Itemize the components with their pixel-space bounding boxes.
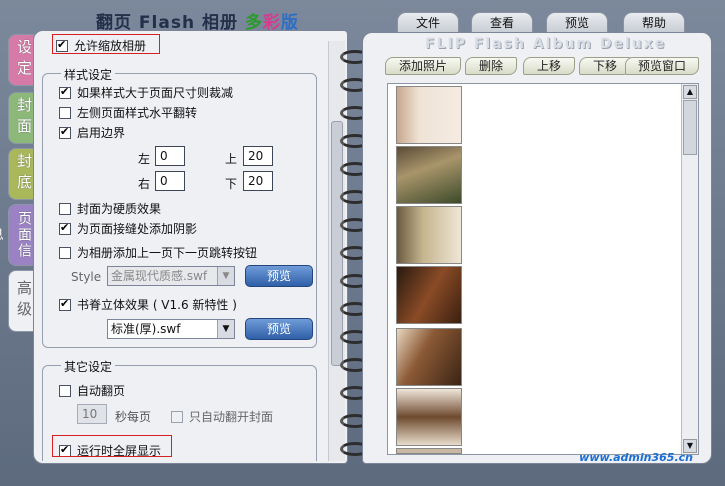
seam-shadow-checkbox[interactable] xyxy=(59,221,71,235)
margin-left-input[interactable]: 0 xyxy=(155,146,185,166)
margin-top-label: 上 xyxy=(225,152,238,166)
auto-flip-checkbox[interactable] xyxy=(59,384,71,397)
move-down-button[interactable]: 下移 xyxy=(579,57,631,75)
photo-thumbnail[interactable] xyxy=(396,448,462,454)
enable-margin-label: 启用边界 xyxy=(77,126,126,140)
photo-thumbnail[interactable] xyxy=(396,206,462,264)
photo-thumbnail[interactable] xyxy=(396,388,462,446)
seam-shadow-label: 为页面接缝处添加阴影 xyxy=(77,222,198,236)
photo-thumbnail[interactable] xyxy=(396,86,462,144)
nav-buttons-option[interactable]: 为相册添加上一页下一页跳转按钮 xyxy=(59,244,257,261)
crop-style-label: 如果样式大于页面尺寸则裁减 xyxy=(77,86,234,100)
settings-panel: 允许缩放相册 样式设定 如果样式大于页面尺寸则裁减 左侧页面样式水平翻转 启用边… xyxy=(33,30,348,464)
spine-select[interactable]: 标准(厚).swf ▼ xyxy=(107,319,235,339)
style-settings-group: 样式设定 如果样式大于页面尺寸则裁减 左侧页面样式水平翻转 启用边界 左 0 上… xyxy=(42,66,317,348)
margin-right-label: 右 xyxy=(138,177,151,191)
photo-list[interactable]: ▲ ▼ xyxy=(387,83,699,455)
auto-flip-label: 自动翻页 xyxy=(77,384,126,398)
menu-view[interactable]: 查看 xyxy=(471,12,533,32)
menu-file[interactable]: 文件 xyxy=(397,12,459,32)
menu-help[interactable]: 帮助 xyxy=(623,12,685,32)
spine-3d-option[interactable]: 书脊立体效果 ( V1.6 新特性 ) xyxy=(59,296,237,313)
other-group-title: 其它设定 xyxy=(61,358,116,375)
title-bar: 翻页 Flash 相册 多彩版 文件 查看 预览 帮助 xyxy=(0,0,725,34)
highlight-box-fullscreen xyxy=(52,435,172,457)
spine-3d-label: 书脊立体效果 ( V1.6 新特性 ) xyxy=(77,298,237,312)
settings-scroll-thumb[interactable] xyxy=(331,121,343,366)
hard-cover-option[interactable]: 封面为硬质效果 xyxy=(59,200,161,217)
add-photo-button[interactable]: 添加照片 xyxy=(385,57,461,75)
flip-left-checkbox[interactable] xyxy=(59,106,71,119)
product-logo-text: FLIP Flash Album Deluxe xyxy=(425,36,667,52)
highlight-box-zoom xyxy=(52,34,160,54)
photo-thumbnail[interactable] xyxy=(396,266,462,324)
nav-buttons-checkbox[interactable] xyxy=(59,246,71,259)
menu-preview[interactable]: 预览 xyxy=(546,12,608,32)
preview-window-button[interactable]: 预览窗口 xyxy=(625,57,699,75)
seam-shadow-option[interactable]: 为页面接缝处添加阴影 xyxy=(59,220,197,237)
margin-bottom-label: 下 xyxy=(225,177,238,191)
flip-left-label: 左侧页面样式水平翻转 xyxy=(77,106,198,120)
style-label: Style xyxy=(71,270,102,284)
chevron-down-icon[interactable]: ▼ xyxy=(217,267,234,285)
delete-button[interactable]: 删除 xyxy=(465,57,517,75)
crop-style-checkbox[interactable] xyxy=(59,85,71,99)
spine-preview-button[interactable]: 预览 xyxy=(245,318,313,340)
cover-only-checkbox[interactable] xyxy=(171,410,183,423)
spine-3d-checkbox[interactable] xyxy=(59,297,71,311)
photo-thumbnail[interactable] xyxy=(396,146,462,204)
margin-right-input[interactable]: 0 xyxy=(155,171,185,191)
photo-panel: FLIP Flash Album Deluxe 添加照片 删除 上移 下移 预览… xyxy=(362,32,712,464)
auto-flip-option[interactable]: 自动翻页 xyxy=(59,382,125,399)
flip-left-option[interactable]: 左侧页面样式水平翻转 xyxy=(59,104,197,121)
crop-style-option[interactable]: 如果样式大于页面尺寸则裁减 xyxy=(59,84,233,101)
style-select[interactable]: 金属现代质感.swf ▼ xyxy=(107,266,235,286)
enable-margin-option[interactable]: 启用边界 xyxy=(59,124,125,141)
photo-list-scroll-thumb[interactable] xyxy=(683,100,697,155)
spine-select-value: 标准(厚).swf xyxy=(111,322,181,336)
margin-bottom-input[interactable]: 20 xyxy=(243,171,273,191)
watermark-text: www.admin365.cn xyxy=(579,451,693,464)
nav-buttons-label: 为相册添加上一页下一页跳转按钮 xyxy=(77,246,258,260)
seconds-label: 秒每页 xyxy=(115,410,152,424)
margin-left-label: 左 xyxy=(138,152,151,166)
app-window: 翻页 Flash 相册 多彩版 文件 查看 预览 帮助 设定 封面 封底 页面信… xyxy=(0,0,725,486)
hard-cover-checkbox[interactable] xyxy=(59,202,71,215)
move-up-button[interactable]: 上移 xyxy=(523,57,575,75)
style-select-value: 金属现代质感.swf xyxy=(111,269,208,283)
photo-list-scrollbar[interactable]: ▲ ▼ xyxy=(681,84,698,454)
style-preview-button[interactable]: 预览 xyxy=(245,265,313,287)
chevron-down-icon[interactable]: ▼ xyxy=(217,320,234,338)
enable-margin-checkbox[interactable] xyxy=(59,125,71,139)
margin-top-input[interactable]: 20 xyxy=(243,146,273,166)
cover-only-option[interactable]: 只自动翻开封面 xyxy=(171,408,273,425)
photo-thumbnail[interactable] xyxy=(396,328,462,386)
hard-cover-label: 封面为硬质效果 xyxy=(77,202,162,216)
scroll-up-arrow-icon[interactable]: ▲ xyxy=(683,85,697,99)
cover-only-label: 只自动翻开封面 xyxy=(189,410,274,424)
style-group-title: 样式设定 xyxy=(61,66,116,83)
seconds-input[interactable]: 10 xyxy=(77,404,107,424)
